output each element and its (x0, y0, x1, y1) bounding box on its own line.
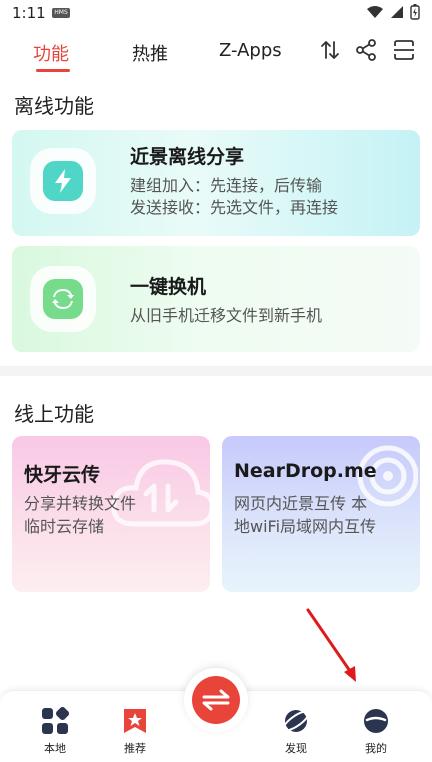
hms-badge: HMS (52, 8, 70, 18)
phone-switch-icon-wrap (30, 266, 96, 332)
lightning-icon (43, 161, 83, 201)
offline-share-icon-wrap (30, 148, 96, 214)
active-tab-indicator (36, 69, 70, 72)
cloud-transfer-desc-line1: 分享并转换文件 (24, 494, 137, 513)
status-time: 1:11 (12, 4, 46, 22)
tab-z-apps[interactable]: Z-Apps (219, 40, 282, 61)
neardrop-title: NearDrop.me (234, 460, 377, 482)
transfer-arrows-icon (202, 689, 230, 711)
status-icons (366, 4, 420, 20)
neardrop-desc-line1: 网页内近景互传 本 (234, 494, 368, 513)
nav-local-label: 本地 (44, 742, 66, 755)
cloud-transfer-title: 快牙云传 (24, 464, 101, 486)
cloud-transfer-desc-line2: 临时云存储 (24, 517, 105, 536)
phone-switch-desc: 从旧手机迁移文件到新手机 (130, 306, 323, 325)
neardrop-desc-line2: 地wiFi局域网内互传 (234, 517, 377, 536)
offline-share-desc-line1: 建组加入：先连接，后传输 (130, 176, 323, 195)
cloud-icon (111, 459, 210, 527)
offline-share-desc-line2: 发送接收：先选文件，再连接 (130, 198, 339, 217)
nav-discover-label: 发现 (285, 742, 307, 755)
wifi-icon (367, 6, 383, 18)
nav-recommend[interactable]: 推荐 (105, 707, 165, 756)
transfer-fab-button[interactable] (192, 676, 240, 724)
offline-share-title: 近景离线分享 (130, 146, 245, 168)
sort-icon[interactable] (318, 38, 342, 62)
battery-icon (410, 4, 420, 20)
offline-share-card[interactable]: 近景离线分享 建组加入：先连接，后传输 发送接收：先选文件，再连接 (12, 130, 420, 236)
cloud-transfer-card[interactable]: 快牙云传 分享并转换文件 临时云存储 (12, 436, 210, 592)
status-bar: 1:11 HMS (0, 0, 432, 26)
main-content: 离线功能 近景离线分享 建组加入：先连接，后传输 发送接收：先选文件，再连接 一… (0, 74, 432, 690)
phone-switch-card[interactable]: 一键换机 从旧手机迁移文件到新手机 (12, 246, 420, 352)
nav-profile-label: 我的 (365, 742, 387, 755)
phone-switch-title: 一键换机 (130, 276, 207, 298)
nav-discover[interactable]: 发现 (266, 707, 326, 756)
signal-icon (391, 6, 403, 18)
top-tab-bar: 功能 热推 Z-Apps (0, 26, 432, 74)
offline-section: 离线功能 近景离线分享 建组加入：先连接，后传输 发送接收：先选文件，再连接 一… (0, 74, 432, 366)
online-section-title: 线上功能 (14, 402, 94, 426)
tab-hot[interactable]: 热推 (132, 40, 168, 66)
tab-features[interactable]: 功能 (33, 40, 69, 66)
planet-icon (282, 710, 310, 732)
nav-recommend-label: 推荐 (124, 742, 146, 755)
star-badge-icon (124, 709, 146, 733)
apps-grid-icon (42, 707, 69, 734)
scan-icon[interactable] (392, 38, 416, 62)
share-icon[interactable] (354, 38, 378, 62)
neardrop-card[interactable]: NearDrop.me 网页内近景互传 本 地wiFi局域网内互传 (222, 436, 420, 592)
offline-section-title: 离线功能 (14, 94, 94, 118)
nav-profile[interactable]: 我的 (346, 707, 406, 756)
annotation-arrow (306, 608, 356, 682)
swap-arrows-icon (43, 279, 83, 319)
nav-local[interactable]: 本地 (25, 707, 85, 756)
profile-icon (364, 709, 388, 733)
